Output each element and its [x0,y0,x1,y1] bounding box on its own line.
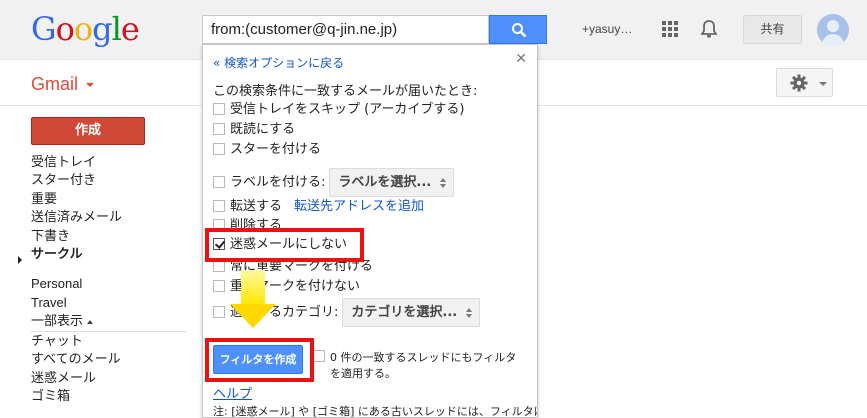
logo-letter: G [31,10,57,48]
add-forward-address-link[interactable]: 転送先アドレスを追加 [294,199,424,214]
help-link[interactable]: ヘルプ [213,383,252,402]
checkbox[interactable] [213,305,225,318]
logo-letter: o [55,10,75,48]
option-label: スターを付ける [230,142,322,157]
sidebar-collapse[interactable]: 一部表示 [31,312,191,331]
gear-icon [790,74,808,92]
option-forward[interactable]: 転送する 転送先アドレスを追加 [213,198,424,216]
checkbox[interactable] [213,102,225,115]
checkbox[interactable] [213,142,225,155]
search-input[interactable]: from:(customer@q-jin.ne.jp) [202,15,489,44]
arrow-down-icon [230,304,276,328]
checkbox[interactable] [213,279,225,292]
gmail-menu[interactable]: Gmail [31,74,78,95]
highlight-box-create-filter [205,338,314,382]
label-select[interactable]: ラベルを選択... [329,168,455,197]
sidebar-item-drafts[interactable]: 下書き [31,228,191,246]
checkbox[interactable] [213,122,225,135]
bell-icon[interactable] [701,19,717,39]
logo-letter: e [120,10,140,48]
apps-grid-icon[interactable] [662,21,678,37]
sidebar-nav: 受信トレイ スター付き 重要 送信済みメール 下書き サークル [31,154,191,264]
search-icon [512,23,527,38]
sidebar-more: チャット すべてのメール 迷惑メール ゴミ箱 [31,333,191,407]
share-button[interactable]: 共有 [743,15,802,44]
logo-letter: o [73,10,93,48]
checkbox[interactable] [213,175,225,188]
option-mark-read[interactable]: 既読にする [213,121,295,139]
sidebar-item-spam[interactable]: 迷惑メール [31,370,191,388]
arrow-shaft [241,270,265,305]
sidebar-item-sent[interactable]: 送信済みメール [31,209,191,227]
chevron-down-icon [819,82,827,86]
sidebar-item-important[interactable]: 重要 [31,191,191,209]
logo-letter: g [92,10,113,48]
checkbox[interactable] [213,199,225,212]
user-link[interactable]: +yasuy… [582,22,632,36]
sidebar-circles: Personal Travel 一部表示 [31,275,191,331]
logo-letter: l [111,10,122,48]
close-icon[interactable]: ✕ [515,51,527,67]
category-select[interactable]: カテゴリを選択... [342,298,481,327]
option-never-important[interactable]: 重要マークを付けない [213,278,360,296]
google-logo[interactable]: Google [31,10,140,48]
avatar[interactable] [817,14,849,46]
option-label: 受信トレイをスキップ (アーカイブする) [230,102,465,117]
highlight-box-never-spam [205,228,364,262]
sidebar-item-all-mail[interactable]: すべてのメール [31,351,191,369]
chevron-down-icon [86,83,94,87]
expand-arrow-icon[interactable] [18,256,22,264]
compose-button[interactable]: 作成 [31,117,145,145]
sidebar-divider [31,331,186,332]
option-label: 既読にする [230,122,296,137]
apply-to-matching[interactable]: 0 件の一致するスレッドにもフィルタを適用する。 [313,350,526,382]
option-label: ラベルを付ける: [230,175,326,190]
checkbox[interactable] [313,350,325,362]
sidebar-item-starred[interactable]: スター付き [31,172,191,190]
sidebar-item-trash[interactable]: ゴミ箱 [31,388,191,406]
option-skip-inbox[interactable]: 受信トレイをスキップ (アーカイブする) [213,101,465,119]
option-apply-label[interactable]: ラベルを付ける: ラベルを選択... [213,168,455,198]
back-to-search-options-link[interactable]: « 検索オプションに戻る [213,54,344,71]
option-star[interactable]: スターを付ける [213,141,321,159]
settings-button[interactable] [776,68,833,97]
avatar-head [827,20,839,32]
sidebar-item-chat[interactable]: チャット [31,333,191,351]
filter-note: 注: [迷惑メール] や [ゴミ箱] にある古いスレッドには、フィルタは [213,405,538,418]
sidebar-item-circles[interactable]: サークル [31,246,191,264]
sidebar-item-travel[interactable]: Travel [31,294,191,313]
chevron-up-icon [87,319,94,324]
search-button[interactable] [489,15,547,44]
apply-to-matching-label: 0 件の一致するスレッドにもフィルタを適用する。 [330,351,517,380]
sidebar-item-personal[interactable]: Personal [31,275,191,294]
sidebar-item-inbox[interactable]: 受信トレイ [31,154,191,172]
avatar-body [822,34,844,46]
filter-lead-text: この検索条件に一致するメールが届いたとき: [213,84,478,99]
collapse-label: 一部表示 [31,313,84,328]
option-label: 転送する [230,199,283,214]
